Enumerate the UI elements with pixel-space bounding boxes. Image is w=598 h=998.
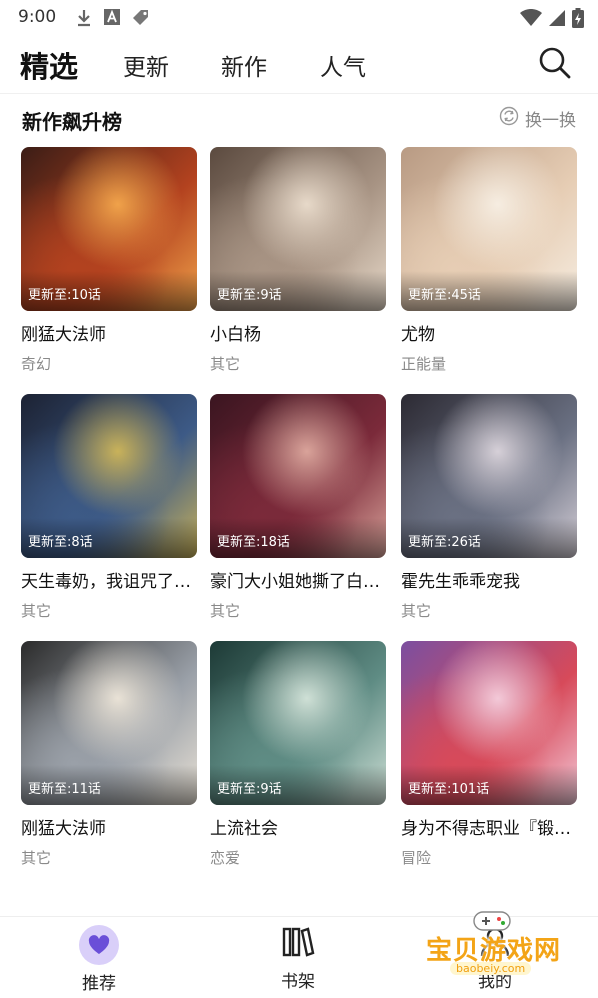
comic-cover[interactable]: 更新至:11话 xyxy=(21,641,197,805)
comic-card[interactable]: 更新至:9话 上流社会 恋爱 xyxy=(210,641,386,868)
comic-genre: 其它 xyxy=(21,849,52,867)
watermark: 宝贝游戏网 baobeiy.com xyxy=(420,906,570,986)
refresh-label: 换一换 xyxy=(525,111,576,131)
comic-genre: 恋爱 xyxy=(210,849,241,867)
heart-icon xyxy=(79,925,119,965)
tab-featured[interactable]: 精选 xyxy=(20,44,78,86)
nav-bookshelf-label: 书架 xyxy=(281,972,315,992)
comic-genre: 其它 xyxy=(210,602,241,620)
comic-cover[interactable]: 更新至:10话 xyxy=(21,147,197,311)
comic-genre: 其它 xyxy=(210,355,241,373)
signal-icon xyxy=(548,9,566,31)
comic-title[interactable]: 刚猛大法师 xyxy=(21,320,197,345)
comic-cover[interactable]: 更新至:26话 xyxy=(401,394,577,558)
comic-title[interactable]: 刚猛大法师 xyxy=(21,814,197,839)
comic-title[interactable]: 上流社会 xyxy=(210,814,386,839)
comic-cover[interactable]: 更新至:8话 xyxy=(21,394,197,558)
comic-genre: 奇幻 xyxy=(21,355,52,373)
episode-badge: 更新至:26话 xyxy=(408,535,481,550)
comic-card[interactable]: 更新至:26话 霍先生乖乖宠我 其它 xyxy=(401,394,577,621)
battery-charging-icon xyxy=(572,8,584,32)
tab-updated[interactable]: 更新 xyxy=(123,48,169,82)
comic-title[interactable]: 霍先生乖乖宠我 xyxy=(401,567,577,592)
episode-badge: 更新至:8话 xyxy=(28,535,93,550)
download-icon xyxy=(76,9,92,31)
section-title: 新作飙升榜 xyxy=(22,110,122,134)
comic-genre: 其它 xyxy=(21,602,52,620)
search-icon[interactable] xyxy=(538,46,572,80)
episode-badge: 更新至:11话 xyxy=(28,782,101,797)
episode-badge: 更新至:9话 xyxy=(217,288,282,303)
comic-cover[interactable]: 更新至:18话 xyxy=(210,394,386,558)
comic-cover[interactable]: 更新至:101话 xyxy=(401,641,577,805)
tab-new[interactable]: 新作 xyxy=(221,48,267,82)
nav-recommend[interactable]: 推荐 xyxy=(59,925,139,994)
comic-title[interactable]: 尤物 xyxy=(401,320,577,345)
comic-title[interactable]: 身为不得志职业『锻造师』却是最强的 xyxy=(401,814,577,839)
comic-cover[interactable]: 更新至:45话 xyxy=(401,147,577,311)
wifi-icon xyxy=(520,8,542,31)
comic-card[interactable]: 更新至:11话 刚猛大法师 其它 xyxy=(21,641,197,868)
comic-title[interactable]: 豪门大小姐她撕了白月光剧本 xyxy=(210,567,386,592)
gamepad-icon xyxy=(473,911,511,931)
comic-card[interactable]: 更新至:45话 尤物 正能量 xyxy=(401,147,577,374)
status-bar: 9:00 xyxy=(0,0,598,34)
a-box-icon xyxy=(104,9,120,29)
refresh-button[interactable]: 换一换 xyxy=(499,106,576,131)
comic-card[interactable]: 更新至:101话 身为不得志职业『锻造师』却是最强的 冒险 xyxy=(401,641,577,868)
nav-recommend-label: 推荐 xyxy=(82,974,116,994)
comic-card[interactable]: 更新至:18话 豪门大小姐她撕了白月光剧本 其它 xyxy=(210,394,386,621)
comic-genre: 冒险 xyxy=(401,849,432,867)
tab-popular[interactable]: 人气 xyxy=(320,48,366,82)
tag-icon xyxy=(131,9,151,31)
comic-title[interactable]: 小白杨 xyxy=(210,320,386,345)
episode-badge: 更新至:45话 xyxy=(408,288,481,303)
bookshelf-icon xyxy=(258,925,338,963)
comic-card[interactable]: 更新至:8话 天生毒奶，我诅咒了全世界！ 其它 xyxy=(21,394,197,621)
top-nav: 精选 更新 新作 人气 xyxy=(0,34,598,94)
watermark-sub: baobeiy.com xyxy=(450,962,532,975)
comic-cover[interactable]: 更新至:9话 xyxy=(210,641,386,805)
comic-card[interactable]: 更新至:9话 小白杨 其它 xyxy=(210,147,386,374)
refresh-icon xyxy=(499,106,519,131)
nav-bookshelf[interactable]: 书架 xyxy=(258,925,338,992)
episode-badge: 更新至:10话 xyxy=(28,288,101,303)
status-time: 9:00 xyxy=(18,7,57,27)
episode-badge: 更新至:18话 xyxy=(217,535,290,550)
episode-badge: 更新至:101话 xyxy=(408,782,490,797)
comic-title[interactable]: 天生毒奶，我诅咒了全世界！ xyxy=(21,567,197,592)
comic-genre: 其它 xyxy=(401,602,432,620)
comic-card[interactable]: 更新至:10话 刚猛大法师 奇幻 xyxy=(21,147,197,374)
episode-badge: 更新至:9话 xyxy=(217,782,282,797)
comic-genre: 正能量 xyxy=(401,355,447,373)
comic-cover[interactable]: 更新至:9话 xyxy=(210,147,386,311)
